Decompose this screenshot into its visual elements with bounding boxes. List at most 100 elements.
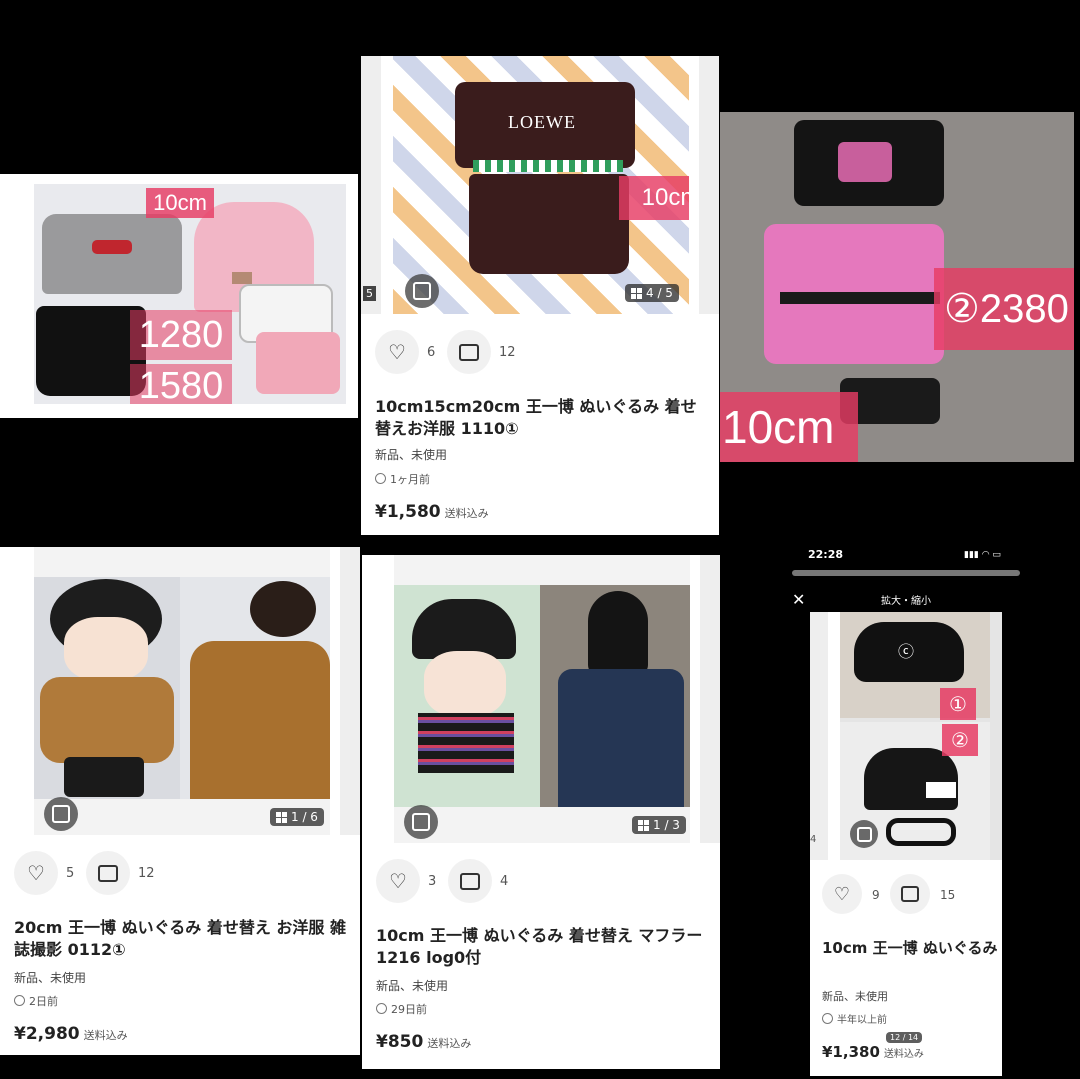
comment-icon bbox=[98, 864, 118, 882]
panel-5-listing-card: 1 / 3 ♡ 3 4 10cm 王一博 ぬいぐるみ 着せ替え マフラー 121… bbox=[362, 555, 720, 1069]
scan-icon bbox=[412, 813, 430, 831]
doll-beanie bbox=[412, 599, 516, 659]
heart-icon: ♡ bbox=[389, 869, 407, 893]
status-icons: ▮▮▮ ◠ ▭ bbox=[964, 550, 1001, 560]
grid-icon bbox=[276, 811, 287, 823]
scan-icon bbox=[413, 282, 431, 300]
doll-face bbox=[64, 617, 148, 681]
doll-coat bbox=[40, 677, 174, 763]
image-search-button[interactable] bbox=[850, 820, 878, 848]
heart-icon: ♡ bbox=[833, 883, 851, 905]
clock-icon bbox=[375, 473, 386, 484]
comment-button[interactable] bbox=[890, 874, 930, 914]
clock-icon bbox=[822, 1013, 833, 1024]
gingham-trim bbox=[473, 160, 623, 172]
item-price: ¥1,380 送料込み bbox=[822, 1043, 924, 1061]
print-graphic bbox=[838, 142, 892, 182]
model-coat bbox=[190, 641, 330, 799]
clock-icon bbox=[14, 995, 25, 1006]
price-tag-a: 1280 bbox=[130, 310, 232, 360]
like-count: 3 bbox=[428, 874, 437, 889]
item-condition: 新品、未使用 bbox=[375, 448, 448, 462]
item-condition: 新品、未使用 bbox=[14, 971, 87, 985]
image-search-button[interactable] bbox=[44, 797, 78, 831]
image-search-button[interactable] bbox=[404, 805, 438, 839]
next-image-peek[interactable] bbox=[700, 555, 720, 843]
comment-icon bbox=[460, 872, 480, 890]
grid-icon bbox=[638, 819, 649, 831]
grid-icon bbox=[631, 287, 642, 299]
scan-icon bbox=[856, 826, 872, 842]
prev-image-peek[interactable] bbox=[361, 56, 381, 314]
brand-print: LOEWE bbox=[508, 112, 576, 132]
price-tag: ②2380 bbox=[934, 268, 1074, 350]
model-photo-right bbox=[540, 585, 690, 807]
comment-count: 4 bbox=[500, 874, 509, 889]
zoomed-listing: 4 ⓒ ① ② ♡ 9 15 10cm 王一博 ぬいぐるみ キャップ 0 bbox=[810, 612, 1002, 1076]
panel-6-phone-screen: 22:28 ▮▮▮ ◠ ▭ ✕ 拡大・縮小 4 ⓒ ① ② ♡ 9 15 10c… bbox=[782, 540, 1030, 1076]
item-time: 2日前 bbox=[14, 993, 58, 1009]
comment-button[interactable] bbox=[86, 851, 130, 895]
item-condition: 新品、未使用 bbox=[376, 979, 449, 993]
status-time: 22:28 bbox=[808, 548, 844, 561]
item-title[interactable]: 20cm 王一博 ぬいぐるみ 着せ替え お洋服 雑誌撮影 0112① bbox=[14, 917, 352, 960]
image-search-button[interactable] bbox=[405, 274, 439, 308]
prev-image-count: 5 bbox=[363, 286, 376, 301]
price-tag-b: 1580 bbox=[130, 364, 232, 404]
pink-shorts-shape bbox=[256, 332, 340, 394]
size-tag: 10cm bbox=[619, 176, 689, 220]
like-count: 6 bbox=[427, 345, 436, 360]
sweater-shape bbox=[42, 214, 182, 294]
panel-3-listing-image[interactable]: ②2380 10cm bbox=[720, 112, 1074, 462]
pager-text: 1 / 6 bbox=[291, 810, 318, 824]
panel-4-listing-card: 1 / 6 ♡ 5 12 20cm 王一博 ぬいぐるみ 着せ替え お洋服 雑誌撮… bbox=[0, 547, 360, 1055]
belt-shape bbox=[780, 292, 940, 304]
comment-count: 15 bbox=[940, 888, 956, 902]
comment-icon bbox=[459, 343, 479, 361]
product-photo[interactable]: 1 / 3 bbox=[394, 555, 690, 843]
badge-1: ① bbox=[940, 688, 976, 720]
item-condition: 新品、未使用 bbox=[822, 990, 888, 1003]
beanie-tag bbox=[926, 782, 956, 798]
panel-1-listing-image: 10cm 1280 1580 bbox=[0, 174, 358, 418]
heart-icon: ♡ bbox=[388, 340, 406, 364]
scan-icon bbox=[52, 805, 70, 823]
product-photo[interactable]: LOEWE 10cm 4 / 5 bbox=[393, 56, 689, 314]
item-time: 29日前 bbox=[376, 1001, 427, 1017]
image-pager: 1 / 6 bbox=[270, 808, 324, 826]
prev-image-count: 4 bbox=[810, 834, 817, 845]
heart-icon: ♡ bbox=[27, 861, 45, 885]
product-photo[interactable]: 10cm 1280 1580 bbox=[34, 184, 346, 404]
pants-shape bbox=[469, 174, 629, 274]
product-photo[interactable]: 1 / 6 bbox=[34, 547, 330, 835]
size-tag: 10cm bbox=[146, 188, 214, 218]
item-price: ¥1,580 送料込み bbox=[375, 502, 489, 522]
like-button[interactable]: ♡ bbox=[14, 851, 58, 895]
image-pager: 12 / 14 bbox=[886, 1032, 923, 1043]
comment-button[interactable] bbox=[447, 330, 491, 374]
sunglasses-shape bbox=[886, 818, 956, 846]
item-title[interactable]: 10cm 王一博 ぬいぐるみ キャップ 0409 bbox=[822, 938, 1000, 958]
panel-2-listing-card: 5 LOEWE 10cm 4 / 5 ♡ 6 12 10cm15cm20cm 王… bbox=[361, 56, 719, 535]
doll-photo-left bbox=[34, 577, 180, 799]
hat-logo: ⓒ bbox=[898, 642, 915, 661]
comment-count: 12 bbox=[499, 345, 516, 360]
item-title[interactable]: 10cm15cm20cm 王一博 ぬいぐるみ 着せ替えお洋服 1110① bbox=[375, 396, 705, 439]
prev-image-peek[interactable] bbox=[810, 612, 828, 860]
comment-button[interactable] bbox=[448, 859, 492, 903]
like-button[interactable]: ♡ bbox=[375, 330, 419, 374]
pager-text: 1 / 3 bbox=[653, 818, 680, 832]
next-image-peek[interactable] bbox=[699, 56, 719, 314]
doll-face bbox=[424, 651, 506, 717]
item-price: ¥850 送料込み bbox=[376, 1032, 472, 1052]
product-photo[interactable]: ⓒ ① ② bbox=[840, 612, 1002, 860]
beanie-shape bbox=[864, 748, 958, 810]
item-time: 1ヶ月前 bbox=[375, 471, 430, 487]
beanie-label bbox=[232, 272, 252, 284]
like-button[interactable]: ♡ bbox=[376, 859, 420, 903]
clock-icon bbox=[376, 1003, 387, 1014]
like-button[interactable]: ♡ bbox=[822, 874, 862, 914]
image-pager: 4 / 5 bbox=[625, 284, 679, 302]
item-title[interactable]: 10cm 王一博 ぬいぐるみ 着せ替え マフラー 1216 log0付 bbox=[376, 925, 710, 968]
next-image-peek[interactable] bbox=[340, 547, 360, 835]
